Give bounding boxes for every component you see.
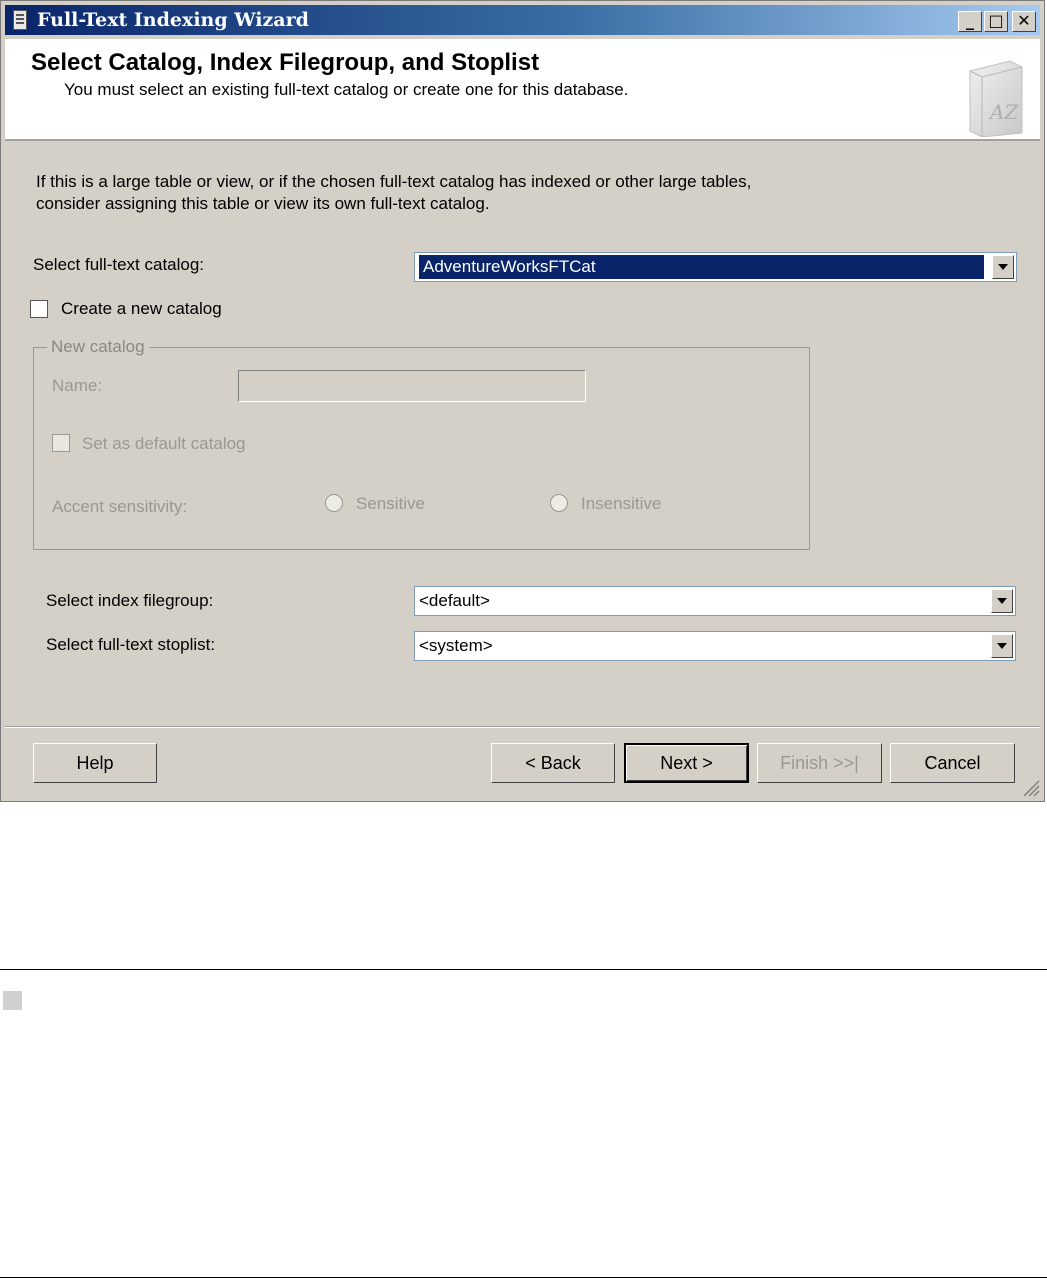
new-catalog-legend: New catalog bbox=[47, 337, 149, 357]
page-rule-bottom bbox=[0, 1277, 1047, 1278]
intro-text: If this is a large table or view, or if … bbox=[36, 172, 752, 213]
wizard-header: Select Catalog, Index Filegroup, and Sto… bbox=[5, 39, 1040, 141]
name-label: Name: bbox=[52, 376, 103, 395]
catalog-name-input[interactable] bbox=[238, 370, 586, 402]
app-icon bbox=[13, 10, 27, 30]
title-bar[interactable]: Full-Text Indexing Wizard _ □ ✕ bbox=[5, 5, 1040, 35]
close-button[interactable]: ✕ bbox=[1012, 11, 1036, 32]
accent-sensitivity-label: Accent sensitivity: bbox=[52, 497, 188, 516]
create-new-catalog-checkbox[interactable] bbox=[30, 300, 48, 318]
help-button[interactable]: Help bbox=[33, 743, 157, 783]
maximize-button[interactable]: □ bbox=[984, 11, 1008, 32]
insensitive-label: Insensitive bbox=[581, 494, 662, 513]
chevron-down-icon[interactable] bbox=[992, 255, 1014, 279]
filegroup-select[interactable]: <default> bbox=[414, 586, 1016, 616]
catalog-select-value: AdventureWorksFTCat bbox=[419, 255, 984, 279]
stoplist-select[interactable]: <system> bbox=[414, 631, 1016, 661]
page-title: Select Catalog, Index Filegroup, and Sto… bbox=[31, 49, 540, 76]
set-default-catalog-label: Set as default catalog bbox=[82, 434, 246, 453]
footer-divider bbox=[5, 726, 1040, 728]
back-button[interactable]: < Back bbox=[491, 743, 615, 783]
stoplist-select-value: <system> bbox=[419, 636, 493, 655]
book-icon-text: AZ bbox=[988, 100, 1019, 124]
sensitive-radio[interactable] bbox=[325, 494, 343, 512]
next-button[interactable]: Next > bbox=[624, 743, 749, 783]
sensitive-label: Sensitive bbox=[356, 494, 425, 513]
placeholder-square bbox=[3, 991, 22, 1010]
resize-grip-icon[interactable] bbox=[1020, 777, 1040, 797]
book-az-icon: AZ bbox=[969, 60, 1023, 137]
minimize-button[interactable]: _ bbox=[958, 11, 982, 32]
window-title: Full-Text Indexing Wizard bbox=[37, 9, 309, 31]
chevron-down-icon[interactable] bbox=[991, 589, 1013, 613]
filegroup-select-value: <default> bbox=[419, 591, 490, 610]
page-rule-top bbox=[0, 969, 1047, 970]
create-new-catalog-label[interactable]: Create a new catalog bbox=[61, 299, 222, 319]
cancel-button[interactable]: Cancel bbox=[890, 743, 1015, 783]
filegroup-label: Select index filegroup: bbox=[46, 591, 214, 610]
wizard-window: Full-Text Indexing Wizard _ □ ✕ Select C… bbox=[0, 0, 1045, 802]
catalog-select[interactable]: AdventureWorksFTCat bbox=[414, 252, 1017, 282]
finish-button[interactable]: Finish >>| bbox=[757, 743, 882, 783]
catalog-label: Select full-text catalog: bbox=[33, 255, 205, 274]
chevron-down-icon[interactable] bbox=[991, 634, 1013, 658]
page-subtitle: You must select an existing full-text ca… bbox=[64, 80, 629, 99]
stoplist-label: Select full-text stoplist: bbox=[46, 635, 216, 654]
set-default-catalog-checkbox[interactable] bbox=[52, 434, 70, 452]
insensitive-radio[interactable] bbox=[550, 494, 568, 512]
